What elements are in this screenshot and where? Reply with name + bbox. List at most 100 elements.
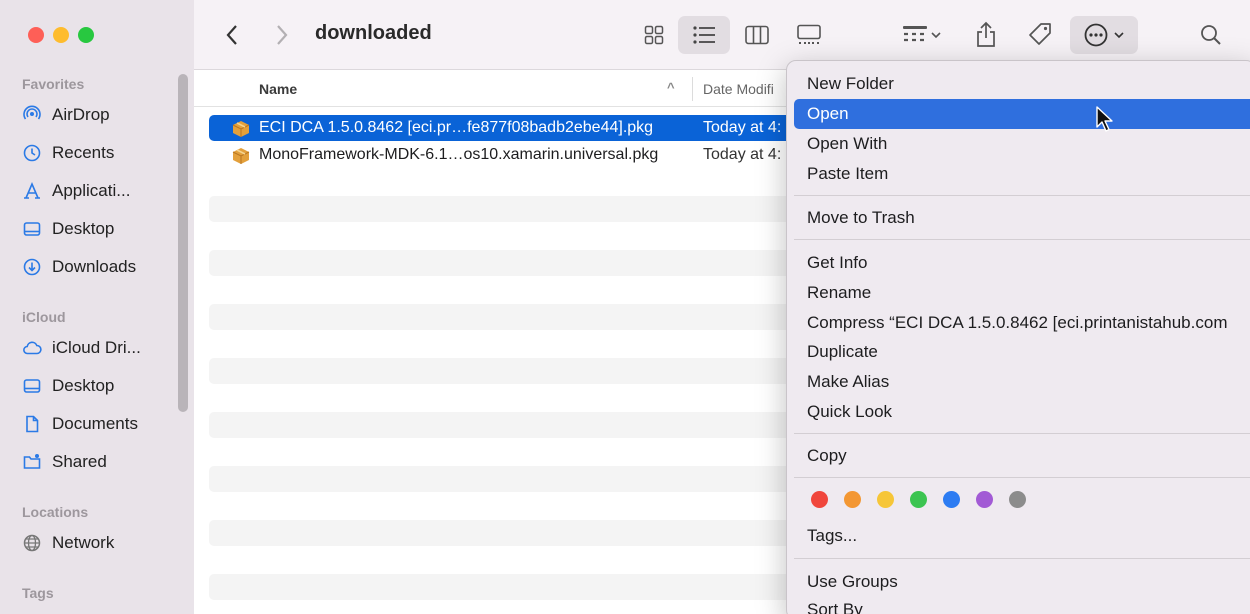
chevron-left-icon: [226, 25, 237, 45]
more-icon: [1084, 23, 1108, 47]
sidebar-item-label: Documents: [52, 414, 138, 433]
menu-item-quick-look[interactable]: Quick Look: [794, 397, 1250, 427]
list-icon: [693, 26, 715, 44]
tag-blue-button[interactable]: [943, 491, 960, 508]
sidebar-scrollbar[interactable]: [178, 74, 188, 412]
sidebar-item-label: iCloud Dri...: [52, 338, 141, 357]
chevron-down-icon: [1114, 32, 1124, 39]
sidebar-item-applications[interactable]: Applicati...: [22, 176, 130, 206]
tag-gray-button[interactable]: [1009, 491, 1026, 508]
menu-item-copy[interactable]: Copy: [794, 441, 1250, 471]
sidebar-section-icloud: iCloud: [22, 309, 66, 325]
downloads-icon: [23, 258, 41, 276]
grid-icon: [644, 25, 664, 45]
airdrop-icon: [23, 105, 41, 120]
sidebar-item-shared[interactable]: Shared: [22, 447, 107, 477]
menu-separator: [794, 239, 1250, 240]
tag-yellow-button[interactable]: [877, 491, 894, 508]
menu-item-paste-item[interactable]: Paste Item: [794, 159, 1250, 189]
sidebar-item-label: Applicati...: [52, 181, 131, 200]
menu-separator: [794, 195, 1250, 196]
gallery-view-button[interactable]: [792, 18, 826, 52]
sidebar-section-tags: Tags: [22, 585, 54, 601]
tag-icon: [1029, 23, 1051, 45]
action-menu-button[interactable]: [1070, 16, 1138, 54]
tag-red-button[interactable]: [811, 491, 828, 508]
menu-item-rename[interactable]: Rename: [794, 278, 1250, 308]
menu-item-new-folder[interactable]: New Folder: [794, 69, 1250, 99]
column-date-header[interactable]: Date Modifi: [703, 81, 774, 97]
shared-folder-icon: [23, 454, 41, 469]
sidebar-item-label: Recents: [52, 143, 115, 162]
menu-item-tags[interactable]: Tags...: [794, 521, 1250, 551]
sidebar-item-label: Downloads: [52, 257, 137, 276]
menu-item-make-alias[interactable]: Make Alias: [794, 367, 1250, 397]
package-icon: [232, 148, 250, 164]
tag-button[interactable]: [1022, 18, 1058, 52]
list-view-button[interactable]: [678, 16, 730, 54]
menu-item-get-info[interactable]: Get Info: [794, 248, 1250, 278]
globe-icon: [23, 534, 41, 552]
sidebar-section-locations: Locations: [22, 504, 89, 520]
group-by-button[interactable]: [894, 18, 950, 52]
file-name: ECI DCA 1.5.0.8462 [eci.pr…fe877f08badb2…: [259, 119, 654, 136]
tag-color-row: [811, 491, 1026, 508]
sidebar: Favorites AirDrop Recents Applicati... D…: [0, 0, 194, 614]
clock-icon: [23, 144, 41, 162]
desktop-icon: [23, 222, 41, 236]
sidebar-item-label: Network: [52, 533, 115, 552]
sidebar-item-icloud-drive[interactable]: iCloud Dri...: [22, 333, 141, 363]
file-date: Today at 4:: [703, 119, 782, 136]
share-button[interactable]: [969, 16, 1003, 54]
close-window-button[interactable]: [28, 27, 44, 43]
sidebar-item-network[interactable]: Network: [22, 528, 114, 558]
file-date: Today at 4:: [703, 146, 782, 163]
tag-green-button[interactable]: [910, 491, 927, 508]
chevron-right-icon: [277, 25, 288, 45]
sidebar-item-label: Desktop: [52, 219, 115, 238]
document-icon: [26, 415, 39, 433]
minimize-window-button[interactable]: [53, 27, 69, 43]
menu-item-move-to-trash[interactable]: Move to Trash: [794, 203, 1250, 233]
menu-item-duplicate[interactable]: Duplicate: [794, 337, 1250, 367]
window-title: downloaded: [315, 22, 432, 44]
column-name-header[interactable]: Name: [259, 81, 297, 97]
icon-view-button[interactable]: [637, 18, 671, 52]
desktop-icon: [23, 379, 41, 393]
menu-item-open-with[interactable]: Open With: [794, 129, 1250, 159]
menu-item-sort-by[interactable]: Sort By: [794, 595, 1250, 614]
sidebar-item-recents[interactable]: Recents: [22, 138, 114, 168]
column-view-button[interactable]: [740, 18, 774, 52]
chevron-down-icon: [931, 32, 941, 39]
sidebar-item-label: Shared: [52, 452, 107, 471]
zoom-window-button[interactable]: [78, 27, 94, 43]
column-divider[interactable]: [692, 77, 693, 101]
menu-item-compress[interactable]: Compress “ECI DCA 1.5.0.8462 [eci.printa…: [794, 308, 1250, 338]
menu-separator: [794, 558, 1250, 559]
sidebar-item-documents[interactable]: Documents: [22, 409, 138, 439]
context-menu: New Folder Open Open With Paste Item Mov…: [786, 60, 1250, 614]
share-icon: [977, 21, 995, 47]
sort-ascending-icon: ^: [667, 80, 675, 95]
sidebar-item-desktop[interactable]: Desktop: [22, 214, 114, 244]
menu-item-open[interactable]: Open: [794, 99, 1250, 129]
back-button[interactable]: [218, 20, 246, 50]
applications-icon: [24, 181, 40, 199]
sidebar-item-icloud-desktop[interactable]: Desktop: [22, 371, 114, 401]
menu-item-use-groups[interactable]: Use Groups: [794, 567, 1250, 597]
menu-separator: [794, 433, 1250, 434]
file-name: MonoFramework-MDK-6.1…os10.xamarin.unive…: [259, 146, 659, 163]
columns-icon: [745, 25, 769, 45]
search-button[interactable]: [1194, 18, 1228, 52]
forward-button[interactable]: [268, 20, 296, 50]
cloud-icon: [23, 341, 42, 355]
sidebar-item-airdrop[interactable]: AirDrop: [22, 100, 110, 130]
menu-separator: [794, 477, 1250, 478]
group-icon: [903, 26, 927, 42]
gallery-icon: [797, 24, 821, 44]
tag-purple-button[interactable]: [976, 491, 993, 508]
sidebar-section-favorites: Favorites: [22, 76, 85, 92]
sidebar-item-label: AirDrop: [52, 105, 110, 124]
tag-orange-button[interactable]: [844, 491, 861, 508]
sidebar-item-downloads[interactable]: Downloads: [22, 252, 136, 282]
